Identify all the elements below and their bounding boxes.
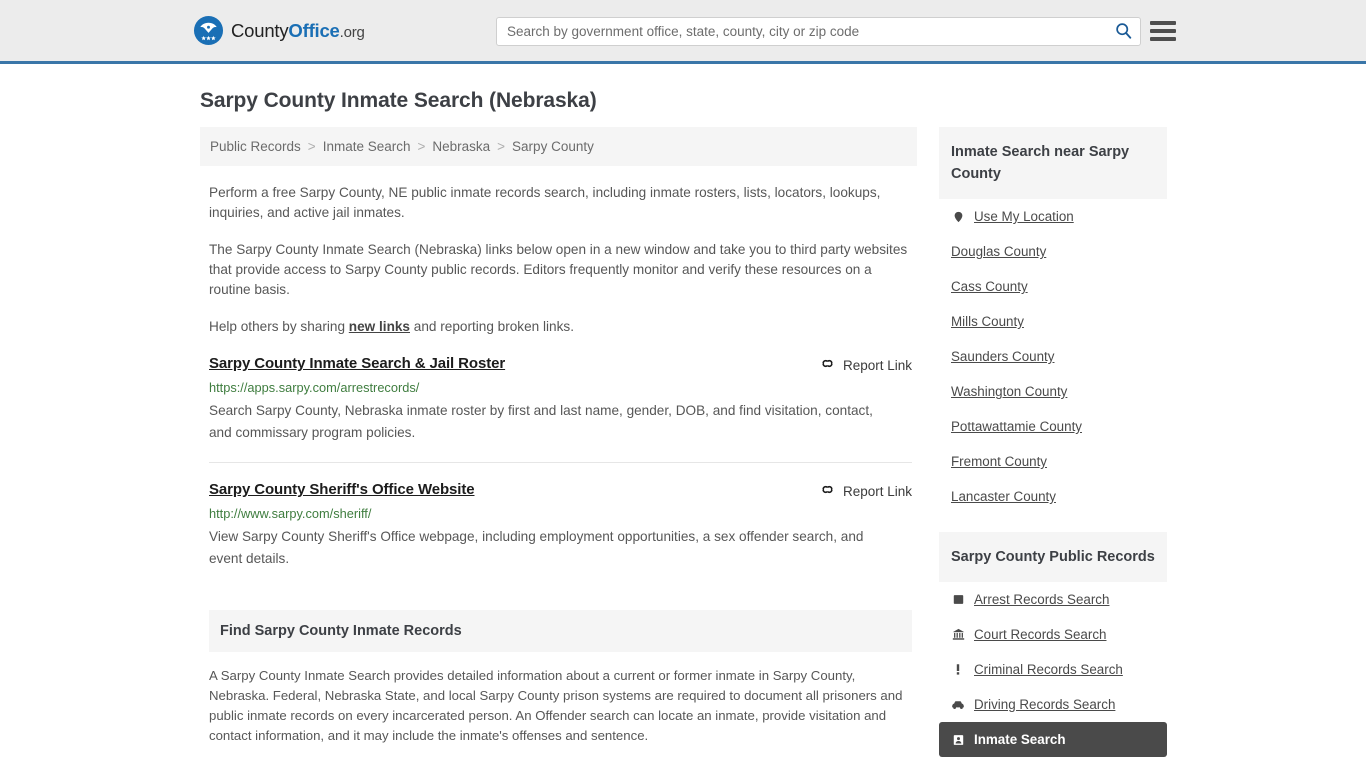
car-icon (951, 700, 965, 710)
sidebar-near-list: Use My Location Douglas County Cass Coun… (939, 199, 1167, 514)
breadcrumb-separator: > (497, 139, 506, 154)
hamburger-bar-1 (1150, 21, 1176, 25)
report-link-button[interactable]: Report Link (820, 482, 912, 500)
find-records-band: Find Sarpy County Inmate Records (209, 610, 912, 652)
breadcrumb-item-sarpy-county[interactable]: Sarpy County (512, 139, 594, 154)
find-records-body: A Sarpy County Inmate Search provides de… (209, 668, 903, 743)
exclamation-icon (951, 663, 965, 676)
sidebar-item-fremont-county[interactable]: Fremont County (939, 444, 1167, 479)
find-records-heading: Find Sarpy County Inmate Records (220, 623, 462, 639)
main-column: Public Records > Inmate Search > Nebrask… (200, 127, 917, 768)
result-description: View Sarpy County Sheriff's Office webpa… (209, 529, 864, 566)
sidebar-item-inmate-search[interactable]: Inmate Search (939, 722, 1167, 757)
sidebar-link-label[interactable]: Pottawattamie County (951, 419, 1082, 434)
sidebar-heading-public-records: Sarpy County Public Records (939, 532, 1167, 582)
sidebar-item-arrest-records-search[interactable]: Arrest Records Search (939, 582, 1167, 617)
result-header: Sarpy County Inmate Search & Jail Roster (209, 355, 912, 374)
sidebar-item-cass-county[interactable]: Cass County (939, 269, 1167, 304)
sidebar-heading-near: Inmate Search near Sarpy County (939, 127, 1167, 199)
result-header: Sarpy County Sheriff's Office Website Re… (209, 481, 912, 500)
breadcrumb-item-nebraska[interactable]: Nebraska (432, 139, 490, 154)
share-text-after: and reporting broken links. (410, 319, 574, 334)
sidebar-item-driving-records-search[interactable]: Driving Records Search (939, 687, 1167, 722)
hamburger-bar-3 (1150, 37, 1176, 41)
sidebar-item-lancaster-county[interactable]: Lancaster County (939, 479, 1167, 514)
inmate-icon (951, 734, 965, 746)
search-input[interactable] (497, 18, 1106, 45)
broken-link-icon (820, 356, 835, 374)
sidebar-item-criminal-records-search[interactable]: Criminal Records Search (939, 652, 1167, 687)
sidebar-link-label[interactable]: Inmate Search (974, 732, 1066, 747)
site-logo[interactable]: CountyOffice.org (193, 15, 365, 46)
page-title: Sarpy County Inmate Search (Nebraska) (200, 89, 597, 112)
breadcrumb-item-inmate-search[interactable]: Inmate Search (323, 139, 411, 154)
sidebar-link-label[interactable]: Driving Records Search (974, 697, 1115, 712)
new-links-link[interactable]: new links (349, 319, 410, 334)
sidebar-item-douglas-county[interactable]: Douglas County (939, 234, 1167, 269)
sidebar-link-label[interactable]: Douglas County (951, 244, 1046, 259)
broken-link-icon (820, 482, 835, 500)
sidebar-link-label[interactable]: Arrest Records Search (974, 592, 1109, 607)
result-title-link[interactable]: Sarpy County Inmate Search & Jail Roster (209, 355, 505, 372)
courthouse-icon (951, 628, 965, 641)
sidebar-panel-public-records: Sarpy County Public Records Arrest Recor… (939, 532, 1167, 757)
sidebar-link-label[interactable]: Washington County (951, 384, 1067, 399)
sidebar-link-label[interactable]: Court Records Search (974, 627, 1106, 642)
breadcrumb: Public Records > Inmate Search > Nebrask… (200, 127, 917, 166)
result-entry: Sarpy County Inmate Search & Jail Roster (209, 337, 912, 444)
page-container: Sarpy County Inmate Search (Nebraska) Pu… (0, 89, 1366, 768)
result-url[interactable]: https://apps.sarpy.com/arrestrecords/ (209, 380, 912, 395)
sidebar-link-label[interactable]: Cass County (951, 279, 1028, 294)
intro-paragraph-2: The Sarpy County Inmate Search (Nebraska… (209, 242, 908, 297)
content-row: Public Records > Inmate Search > Nebrask… (0, 127, 1366, 768)
result-title-link[interactable]: Sarpy County Sheriff's Office Website (209, 481, 475, 498)
sidebar-link-label[interactable]: Fremont County (951, 454, 1047, 469)
sidebar-item-court-records-search[interactable]: Court Records Search (939, 617, 1167, 652)
report-link-label: Report Link (842, 357, 912, 373)
sidebar-link-label[interactable]: Saunders County (951, 349, 1054, 364)
sidebar-item-use-my-location[interactable]: Use My Location (939, 199, 1167, 234)
sidebar-public-records-list: Arrest Records Search Court Records Sear… (939, 582, 1167, 757)
sidebar-link-label[interactable]: Lancaster County (951, 489, 1056, 504)
site-logo-text: CountyOffice.org (231, 20, 365, 42)
share-text-before: Help others by sharing (209, 319, 349, 334)
intro-paragraph-1: Perform a free Sarpy County, NE public i… (209, 185, 881, 220)
hamburger-menu-icon[interactable] (1150, 19, 1176, 43)
breadcrumb-item-public-records[interactable]: Public Records (210, 139, 301, 154)
result-entry: Sarpy County Sheriff's Office Website Re… (209, 462, 912, 570)
search-button[interactable] (1106, 18, 1140, 45)
eagle-shield-logo-icon (193, 15, 224, 46)
breadcrumb-separator: > (307, 139, 316, 154)
hamburger-bar-2 (1150, 29, 1176, 33)
site-header: CountyOffice.org (0, 0, 1366, 64)
logo-county: County (231, 19, 289, 41)
search-icon (1115, 22, 1132, 42)
map-pin-icon (951, 210, 965, 224)
sidebar-panel-near: Inmate Search near Sarpy County Use My L… (939, 127, 1167, 514)
sidebar-item-pottawattamie-county[interactable]: Pottawattamie County (939, 409, 1167, 444)
result-description: Search Sarpy County, Nebraska inmate ros… (209, 403, 873, 440)
sidebar-item-washington-county[interactable]: Washington County (939, 374, 1167, 409)
sidebar: Inmate Search near Sarpy County Use My L… (939, 127, 1167, 768)
logo-org: .org (339, 23, 365, 41)
report-link-label: Report Link (842, 483, 912, 499)
breadcrumb-separator: > (417, 139, 426, 154)
sidebar-item-mills-county[interactable]: Mills County (939, 304, 1167, 339)
sidebar-link-label[interactable]: Use My Location (974, 209, 1074, 224)
sidebar-link-label[interactable]: Mills County (951, 314, 1024, 329)
logo-office: Office (288, 19, 340, 41)
report-link-button[interactable]: Report Link (820, 356, 912, 374)
intro-paragraph-3: Help others by sharing new links and rep… (209, 317, 912, 337)
sidebar-link-label[interactable]: Criminal Records Search (974, 662, 1123, 677)
sidebar-item-saunders-county[interactable]: Saunders County (939, 339, 1167, 374)
search-bar[interactable] (496, 17, 1141, 46)
result-url[interactable]: http://www.sarpy.com/sheriff/ (209, 506, 912, 521)
fingerprint-icon (951, 594, 965, 605)
